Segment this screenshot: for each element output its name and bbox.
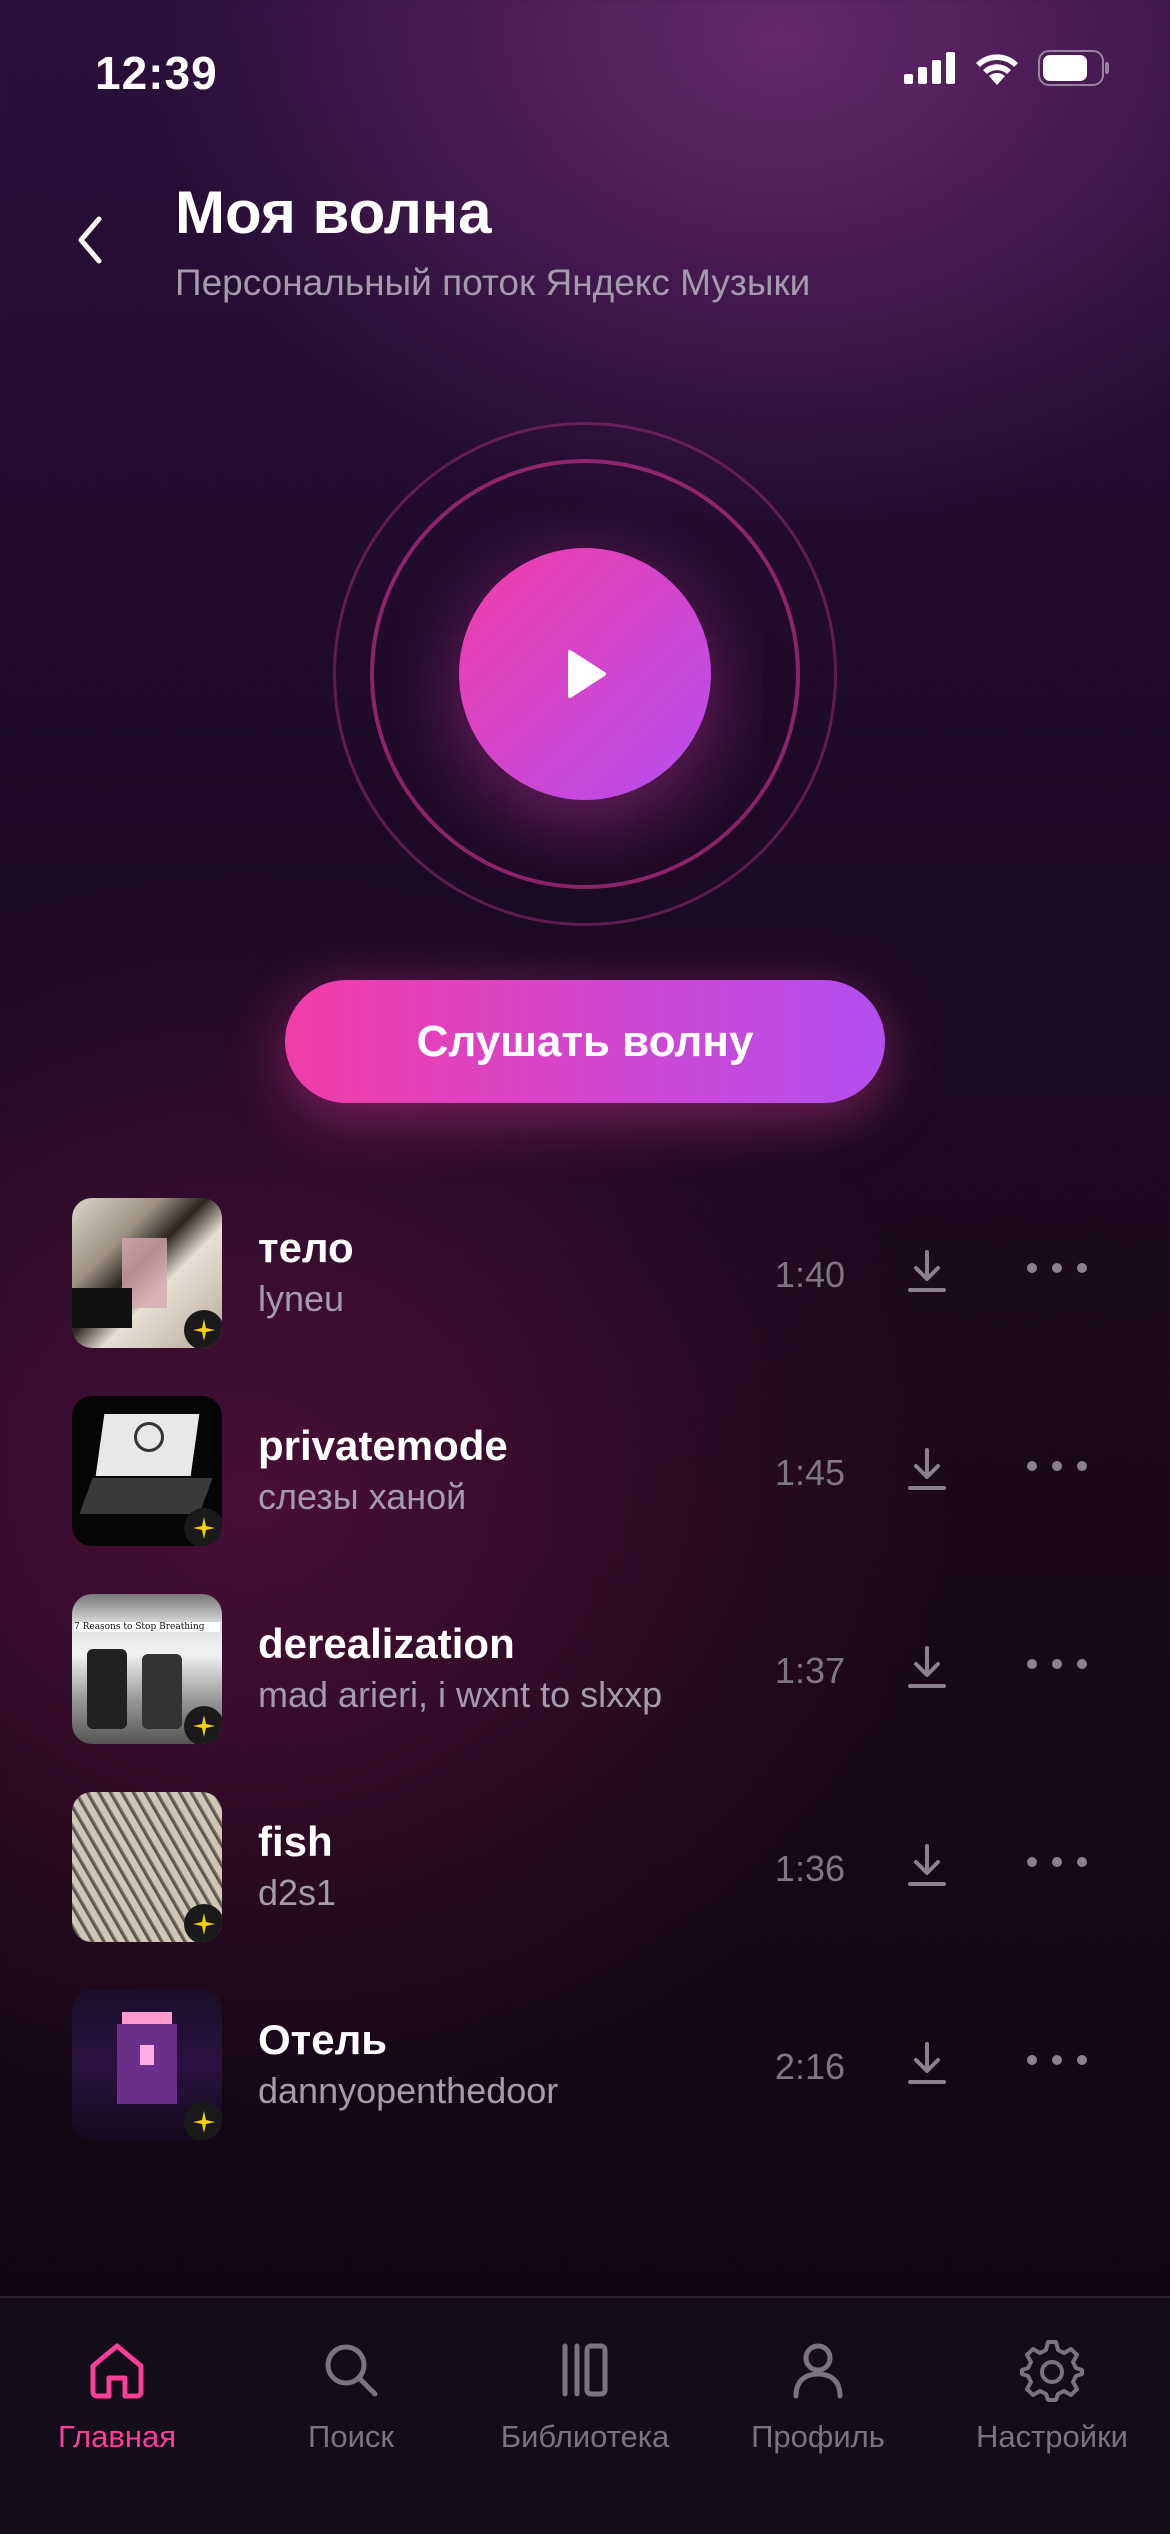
cellular-signal-icon [904,52,955,84]
wave-play-button[interactable] [459,548,711,800]
more-options-button[interactable] [1027,1842,1087,1882]
track-cover [72,1792,222,1942]
library-icon [562,2343,608,2397]
home-icon [90,2343,144,2399]
more-options-button[interactable] [1027,1644,1087,1684]
battery-icon [1038,50,1109,86]
download-icon[interactable] [902,2038,952,2088]
sparkle-badge-icon [184,2102,222,2140]
track-duration: 1:36 [774,1848,845,1889]
sparkle-badge-icon [184,1904,222,1942]
track-cover [72,1990,222,2140]
tab-profile[interactable]: Профиль [703,2338,933,2455]
track-cover [72,1396,222,1546]
download-icon[interactable] [902,1840,952,1890]
track-row[interactable]: fish d2s1 1:36 [0,1792,1170,1952]
download-icon[interactable] [902,1246,952,1296]
track-artist: d2s1 [258,1872,337,1913]
status-icons [904,50,1110,86]
track-title: derealization [258,1620,515,1667]
track-row[interactable]: privatemode слезы ханой 1:45 [0,1396,1170,1556]
track-row[interactable]: тело lyneu 1:40 [0,1198,1170,1358]
sparkle-badge-icon [184,1310,222,1348]
track-artist: lyneu [258,1278,345,1319]
track-title: Отель [258,2016,388,2063]
track-cover: 7 Reasons to Stop Breathing [72,1594,222,1744]
track-artist: mad arieri, i wxnt to slxxp [258,1674,663,1715]
tab-label: Главная [58,2419,176,2454]
track-cover [72,1198,222,1348]
back-button[interactable] [60,205,120,275]
tab-library[interactable]: Библиотека [470,2338,700,2455]
tab-label: Поиск [308,2419,394,2454]
track-title: тело [258,1224,354,1271]
track-artist: слезы ханой [258,1476,467,1517]
tab-settings[interactable]: Настройки [937,2338,1167,2455]
track-row[interactable]: 7 Reasons to Stop Breathing derealizatio… [0,1594,1170,1754]
cover-text: 7 Reasons to Stop Breathing [74,1622,220,1632]
page-subtitle: Персональный поток Яндекс Музыки [175,262,811,303]
settings-icon [1020,2340,1084,2402]
download-icon[interactable] [902,1444,952,1494]
tab-search[interactable]: Поиск [236,2338,466,2455]
sparkle-badge-icon [184,1508,222,1546]
play-icon [568,650,606,698]
profile-icon [793,2343,843,2399]
track-title: fish [258,1818,333,1865]
tab-label: Настройки [975,2419,1128,2454]
track-title: privatemode [258,1422,508,1469]
tab-label: Профиль [751,2419,885,2454]
page-title: Моя волна [175,179,492,246]
download-icon[interactable] [902,1642,952,1692]
listen-wave-button[interactable]: Слушать волну [285,980,885,1103]
more-options-button[interactable] [1027,2040,1087,2080]
tab-home[interactable]: Главная [2,2338,232,2455]
status-time: 12:39 [95,47,218,99]
track-duration: 1:45 [774,1452,845,1493]
track-duration: 1:37 [774,1650,845,1691]
more-options-button[interactable] [1027,1248,1087,1288]
more-options-button[interactable] [1027,1446,1087,1486]
track-row[interactable]: Отель dannyopenthedoor 2:16 [0,1990,1170,2150]
sparkle-badge-icon [184,1706,222,1744]
tab-bar: Главная Поиск Библиотека Профиль Настрой… [0,2296,1170,2534]
tab-label: Библиотека [500,2419,670,2454]
wifi-icon [976,54,1018,85]
search-icon [325,2344,378,2397]
track-duration: 1:40 [774,1254,845,1295]
track-duration: 2:16 [774,2046,845,2087]
chevron-left-icon [78,216,102,264]
track-artist: dannyopenthedoor [258,2070,559,2111]
